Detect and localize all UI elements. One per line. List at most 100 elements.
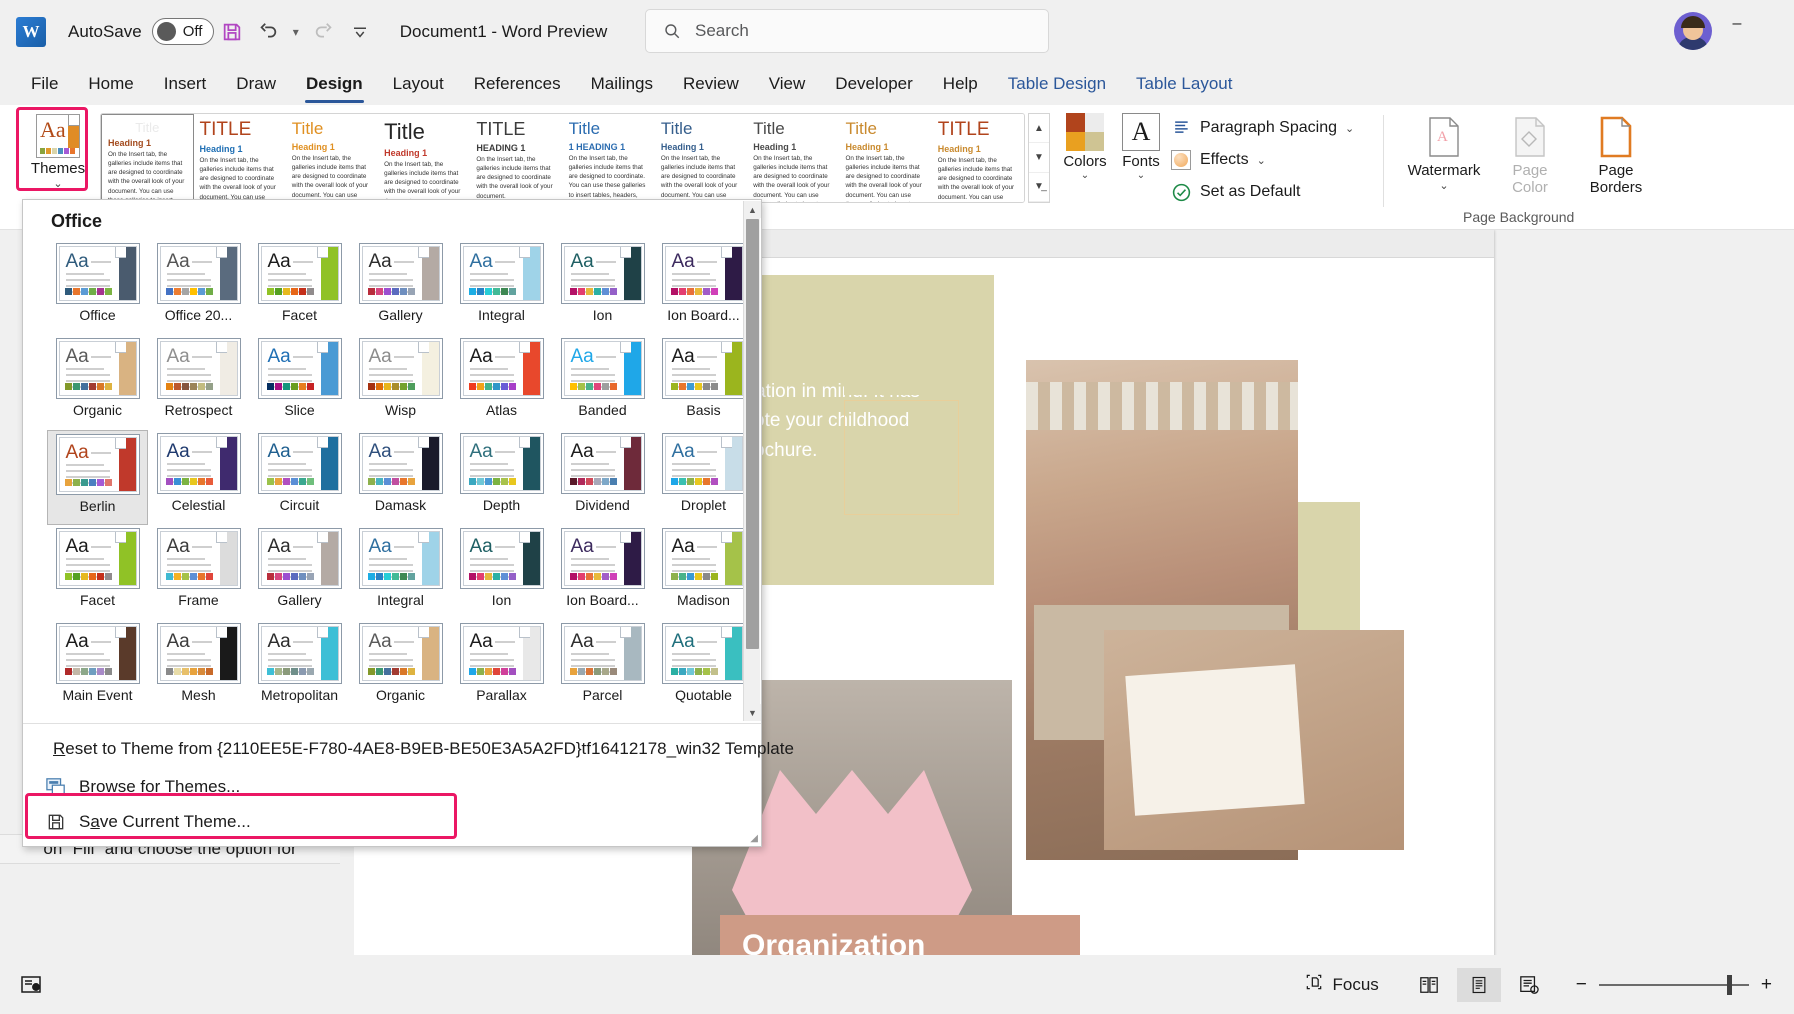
theme-item[interactable]: Aa Madison — [653, 525, 754, 620]
theme-item[interactable]: Aa Parallax — [451, 620, 552, 715]
resize-grip-icon[interactable]: ◢ — [750, 833, 758, 844]
style-gallery-item[interactable]: TITLE HEADING 1 On the Insert tab, the gal… — [470, 114, 563, 202]
tab-home[interactable]: Home — [73, 72, 148, 96]
style-gallery-scroll-down-icon[interactable]: ▼ — [1029, 143, 1049, 173]
theme-item[interactable]: Aa Facet — [249, 240, 350, 335]
theme-item[interactable]: Aa Frame — [148, 525, 249, 620]
style-gallery-item[interactable]: Title Heading 1 On the Insert tab, the gal… — [378, 114, 471, 202]
tab-developer[interactable]: Developer — [820, 72, 928, 96]
theme-item[interactable]: Aa Celestial — [148, 430, 249, 525]
themes-dropdown-gallery[interactable]: Office Aa Office Aa Office 20... Aa Facet Aa Ga… — [23, 200, 761, 722]
theme-item[interactable]: Aa Parcel — [552, 620, 653, 715]
zoom-track[interactable] — [1598, 974, 1749, 995]
theme-item[interactable]: Aa Quotable — [653, 620, 754, 715]
theme-colors-button[interactable]: Colors ⌄ — [1056, 113, 1114, 181]
zoom-in-button[interactable]: + — [1761, 974, 1772, 996]
style-gallery-more-icon[interactable]: ▼̲ — [1029, 173, 1049, 202]
theme-item[interactable]: Aa Office — [47, 240, 148, 335]
search-box[interactable]: Search — [645, 9, 1049, 53]
web-layout-icon[interactable] — [1507, 968, 1551, 1002]
theme-item[interactable]: Aa Facet — [47, 525, 148, 620]
tab-references[interactable]: References — [459, 72, 576, 96]
accessibility-checker-icon[interactable] — [18, 972, 44, 998]
tab-review[interactable]: Review — [668, 72, 754, 96]
theme-item[interactable]: Aa Organic — [47, 335, 148, 430]
themes-dropdown[interactable]: Office Aa Office Aa Office 20... Aa Facet Aa Ga… — [22, 199, 794, 847]
theme-item[interactable]: Aa Banded — [552, 335, 653, 430]
print-layout-icon[interactable] — [1456, 967, 1501, 1002]
undo-icon[interactable] — [250, 14, 286, 50]
theme-item[interactable]: Aa Ion Board... — [552, 525, 653, 620]
page-borders-button[interactable]: Page Borders — [1573, 115, 1659, 197]
theme-item[interactable]: Aa Office 20... — [148, 240, 249, 335]
user-avatar[interactable] — [1674, 12, 1712, 50]
style-gallery-item[interactable]: Title Heading 1 On the Insert tab, the gal… — [101, 114, 194, 202]
redo-icon[interactable] — [306, 14, 342, 50]
tab-table-design[interactable]: Table Design — [993, 72, 1121, 96]
tab-help[interactable]: Help — [928, 72, 993, 96]
effects-button[interactable]: Effects ⌄ — [1170, 149, 1266, 171]
customize-quick-access-toolbar-icon[interactable] — [342, 14, 378, 50]
scrollbar-thumb[interactable] — [746, 219, 759, 649]
zoom-slider[interactable]: − + — [1576, 974, 1794, 996]
style-gallery-item[interactable]: Title Heading 1 On the Insert tab, the gal… — [654, 114, 748, 202]
theme-item[interactable]: Aa Organic — [350, 620, 451, 715]
autosave-toggle[interactable]: Off — [151, 18, 214, 45]
style-gallery-item[interactable]: Title 1 HEADING 1 On the Insert tab, the g… — [562, 114, 655, 202]
document-style-gallery[interactable]: Title Heading 1 On the Insert tab, the gal… — [100, 113, 1025, 203]
theme-item[interactable]: Aa Ion Board... — [653, 240, 754, 335]
tab-file[interactable]: File — [16, 72, 73, 96]
themes-grid[interactable]: Aa Office Aa Office 20... Aa Facet Aa Gallery Aa… — [47, 240, 759, 715]
theme-item[interactable]: Aa Ion — [552, 240, 653, 335]
focus-mode-button[interactable]: Focus — [1304, 972, 1379, 997]
theme-item[interactable]: Aa Ion — [451, 525, 552, 620]
theme-item[interactable]: Aa Slice — [249, 335, 350, 430]
theme-fonts-button[interactable]: A Fonts ⌄ — [1112, 113, 1170, 181]
theme-item[interactable]: Aa Wisp — [350, 335, 451, 430]
style-gallery-item[interactable]: TITLE Heading 1 On the Insert tab, the gal… — [931, 114, 1024, 202]
theme-item[interactable]: Aa Integral — [451, 240, 552, 335]
tab-insert[interactable]: Insert — [149, 72, 222, 96]
theme-item[interactable]: Aa Gallery — [249, 525, 350, 620]
zoom-knob[interactable] — [1726, 974, 1732, 995]
theme-item[interactable]: Aa Depth — [451, 430, 552, 525]
theme-item[interactable]: Aa Dividend — [552, 430, 653, 525]
save-icon[interactable] — [214, 14, 250, 50]
theme-item[interactable]: Aa Berlin — [47, 430, 148, 525]
watermark-button[interactable]: A Watermark ⌄ — [1401, 115, 1487, 192]
set-as-default-button[interactable]: Set as Default — [1170, 181, 1301, 203]
style-gallery-item[interactable]: Title Heading 1 On the Insert tab, the gal… — [285, 114, 379, 202]
undo-dropdown-icon[interactable]: ▾ — [286, 14, 306, 50]
theme-item[interactable]: Aa Atlas — [451, 335, 552, 430]
style-gallery-scroll-up-icon[interactable]: ▲ — [1029, 114, 1049, 144]
theme-item[interactable]: Aa Damask — [350, 430, 451, 525]
save-current-theme-item[interactable]: Save Current Theme... — [27, 804, 757, 840]
theme-item[interactable]: Aa Integral — [350, 525, 451, 620]
reset-to-theme-item[interactable]: Reset to Theme from {2110EE5E-F780-4AE8-… — [27, 731, 794, 767]
style-gallery-item[interactable]: TITLE Heading 1 On the Insert tab, the gal… — [193, 114, 286, 202]
scroll-down-icon[interactable]: ▼ — [744, 704, 761, 721]
tab-design[interactable]: Design — [291, 72, 378, 103]
style-gallery-item[interactable]: Title Heading 1 On the Insert tab, the gal… — [839, 114, 932, 202]
theme-item[interactable]: Aa Mesh — [148, 620, 249, 715]
tab-layout[interactable]: Layout — [378, 72, 459, 96]
style-gallery-scroll[interactable]: ▲ ▼ ▼̲ — [1028, 113, 1050, 203]
tab-draw[interactable]: Draw — [221, 72, 291, 96]
page-color-button[interactable]: Page Color — [1487, 115, 1573, 197]
theme-item[interactable]: Aa Retrospect — [148, 335, 249, 430]
theme-item[interactable]: Aa Gallery — [350, 240, 451, 335]
theme-item[interactable]: Aa Metropolitan — [249, 620, 350, 715]
scroll-up-icon[interactable]: ▲ — [744, 201, 761, 218]
theme-item[interactable]: Aa Circuit — [249, 430, 350, 525]
tab-mailings[interactable]: Mailings — [576, 72, 668, 96]
theme-item[interactable]: Aa Basis — [653, 335, 754, 430]
theme-item[interactable]: Aa Main Event — [47, 620, 148, 715]
themes-dropdown-scrollbar[interactable]: ▲ ▼ — [743, 201, 761, 721]
paragraph-spacing-button[interactable]: Paragraph Spacing ⌄ — [1170, 117, 1354, 139]
browse-for-themes-item[interactable]: Browse for Themes... — [27, 769, 757, 805]
minimize-button[interactable]: – — [1712, 0, 1762, 48]
tab-view[interactable]: View — [754, 72, 821, 96]
read-mode-icon[interactable] — [1407, 968, 1451, 1002]
theme-item[interactable]: Aa Droplet — [653, 430, 754, 525]
style-gallery-item[interactable]: Title Heading 1 On the Insert tab, the gal… — [747, 114, 840, 202]
